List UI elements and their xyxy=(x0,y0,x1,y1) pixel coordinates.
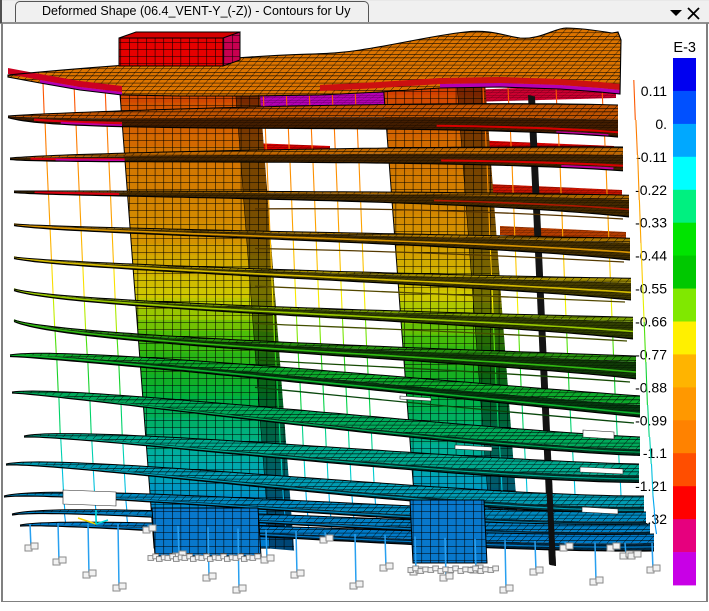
svg-text:-0.22: -0.22 xyxy=(635,182,667,198)
svg-text:-0.66: -0.66 xyxy=(635,314,667,330)
svg-text:E-3: E-3 xyxy=(673,40,696,56)
svg-text:-0.88: -0.88 xyxy=(635,379,667,395)
svg-text:0.: 0. xyxy=(655,116,667,132)
svg-text:0.11: 0.11 xyxy=(641,83,667,99)
svg-text:-1.1: -1.1 xyxy=(643,445,667,461)
svg-text:-0.11: -0.11 xyxy=(636,149,667,165)
svg-text:-1.21: -1.21 xyxy=(635,478,667,494)
svg-text:-0.77: -0.77 xyxy=(635,346,667,362)
svg-text:-0.55: -0.55 xyxy=(635,281,667,297)
svg-text:-0.44: -0.44 xyxy=(635,248,667,264)
